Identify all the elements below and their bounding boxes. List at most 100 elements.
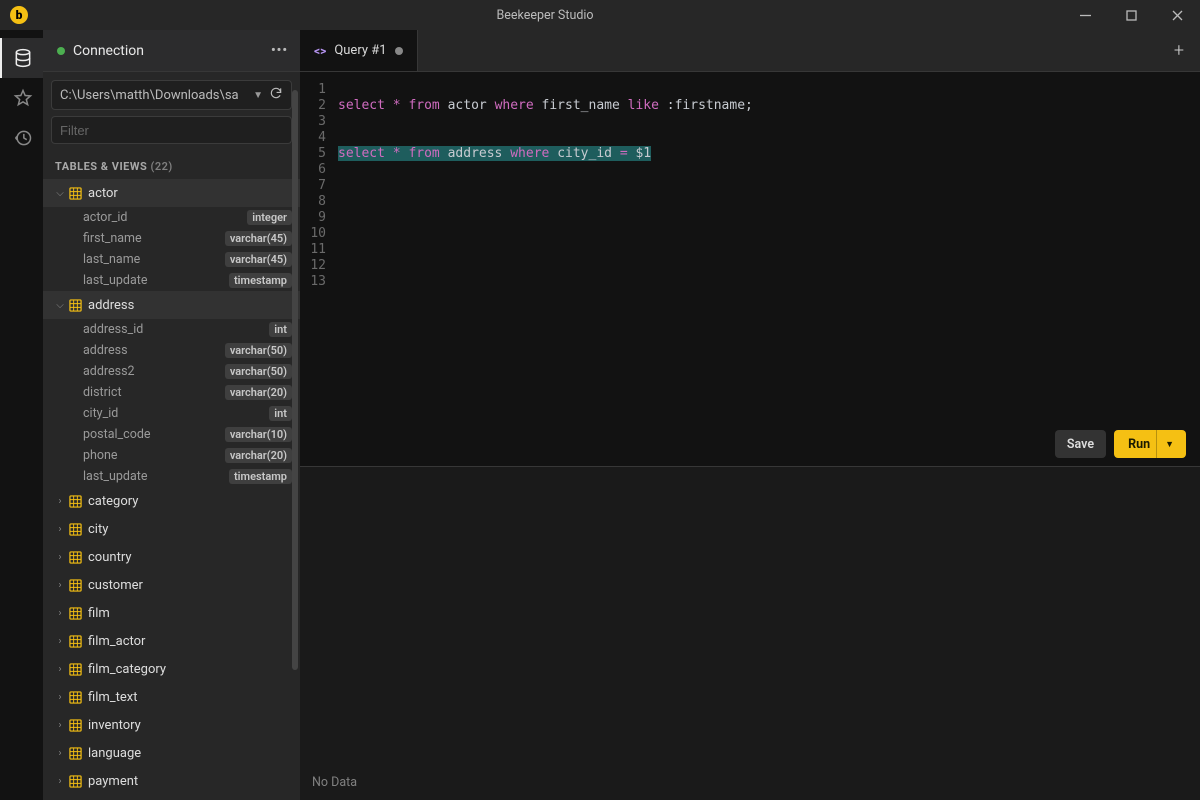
- chevron-right-icon: ›: [51, 608, 69, 619]
- column-name: first_name: [83, 231, 225, 246]
- tables-section-header: TABLES & VIEWS (22): [43, 152, 300, 179]
- column-name: last_update: [83, 273, 229, 288]
- table-row-actor[interactable]: ⌵ actor: [43, 179, 300, 207]
- window-maximize-button[interactable]: [1108, 0, 1154, 30]
- chevron-right-icon: ›: [51, 776, 69, 787]
- column-row[interactable]: actor_idinteger: [43, 207, 300, 228]
- window-close-button[interactable]: [1154, 0, 1200, 30]
- column-type-badge: varchar(50): [225, 343, 292, 358]
- run-dropdown-caret-icon[interactable]: ▼: [1156, 430, 1182, 458]
- window-minimize-button[interactable]: [1062, 0, 1108, 30]
- column-row[interactable]: last_updatetimestamp: [43, 270, 300, 291]
- db-path-dropdown[interactable]: C:\Users\matth\Downloads\sa ▼: [51, 80, 292, 110]
- table-icon: [69, 523, 82, 536]
- table-icon: [69, 579, 82, 592]
- activity-favorites-icon[interactable]: [0, 78, 43, 118]
- code-editor[interactable]: 12345678910111213 select * from actor wh…: [300, 72, 1200, 290]
- results-status-text: No Data: [312, 775, 357, 790]
- table-row-customer[interactable]: ›customer: [43, 571, 300, 599]
- table-row-category[interactable]: › category: [43, 487, 300, 515]
- db-path-text: C:\Users\matth\Downloads\sa: [60, 88, 247, 103]
- table-row-city[interactable]: ›city: [43, 515, 300, 543]
- column-row[interactable]: addressvarchar(50): [43, 340, 300, 361]
- column-row[interactable]: city_idint: [43, 403, 300, 424]
- table-tree[interactable]: ⌵actoractor_idintegerfirst_namevarchar(4…: [43, 179, 300, 800]
- window-title: Beekeeper Studio: [28, 8, 1062, 23]
- table-row-country[interactable]: ›country: [43, 543, 300, 571]
- table-row-address[interactable]: ⌵address: [43, 291, 300, 319]
- table-name: category: [88, 494, 138, 509]
- connection-header: Connection •••: [43, 30, 300, 72]
- table-row-film[interactable]: ›film: [43, 599, 300, 627]
- column-name: last_name: [83, 252, 225, 267]
- tab-label: Query #1: [334, 43, 386, 58]
- column-row[interactable]: address2varchar(50): [43, 361, 300, 382]
- column-name: address_id: [83, 322, 269, 337]
- column-row[interactable]: districtvarchar(20): [43, 382, 300, 403]
- table-name: actor: [88, 186, 118, 201]
- new-tab-button[interactable]: +: [1158, 30, 1200, 71]
- column-type-badge: varchar(45): [225, 231, 292, 246]
- refresh-icon[interactable]: [269, 86, 283, 104]
- table-name: language: [88, 746, 141, 761]
- tab-query-1[interactable]: <> Query #1: [300, 30, 418, 71]
- column-type-badge: integer: [247, 210, 292, 225]
- column-name: phone: [83, 448, 225, 463]
- column-type-badge: timestamp: [229, 469, 292, 484]
- column-type-badge: int: [269, 322, 292, 337]
- column-row[interactable]: address_idint: [43, 319, 300, 340]
- chevron-right-icon: ›: [51, 524, 69, 535]
- chevron-right-icon: ›: [51, 720, 69, 731]
- column-row[interactable]: phonevarchar(20): [43, 445, 300, 466]
- column-name: postal_code: [83, 427, 225, 442]
- chevron-right-icon: ›: [51, 748, 69, 759]
- connection-more-button[interactable]: •••: [267, 43, 292, 58]
- table-icon: [69, 663, 82, 676]
- sidebar-filter-input[interactable]: [51, 116, 292, 144]
- tab-dirty-indicator-icon: [395, 47, 403, 55]
- table-icon: [69, 495, 82, 508]
- column-type-badge: varchar(20): [225, 448, 292, 463]
- column-row[interactable]: last_namevarchar(45): [43, 249, 300, 270]
- table-row-film_text[interactable]: ›film_text: [43, 683, 300, 711]
- table-icon: [69, 691, 82, 704]
- column-type-badge: varchar(50): [225, 364, 292, 379]
- column-name: address2: [83, 364, 225, 379]
- table-row-language[interactable]: › language: [43, 739, 300, 767]
- column-row[interactable]: first_namevarchar(45): [43, 228, 300, 249]
- table-name: film_actor: [88, 634, 145, 649]
- connection-title: Connection: [73, 43, 267, 59]
- chevron-right-icon: ›: [51, 636, 69, 647]
- activity-history-icon[interactable]: [0, 118, 43, 158]
- column-name: last_update: [83, 469, 229, 484]
- titlebar: b Beekeeper Studio: [0, 0, 1200, 30]
- activity-database-icon[interactable]: [0, 38, 43, 78]
- chevron-down-icon: ⌵: [51, 188, 69, 199]
- table-row-inventory[interactable]: ›inventory: [43, 711, 300, 739]
- chevron-right-icon: ›: [51, 552, 69, 563]
- editor-pane: <> Query #1 + 12345678910111213 select *…: [300, 30, 1200, 800]
- column-type-badge: varchar(10): [225, 427, 292, 442]
- column-type-badge: varchar(20): [225, 385, 292, 400]
- table-row-payment[interactable]: ›payment: [43, 767, 300, 795]
- app-logo-icon: b: [10, 6, 28, 24]
- column-name: city_id: [83, 406, 269, 421]
- sidebar-scrollbar-thumb[interactable]: [292, 90, 298, 670]
- run-button[interactable]: Run ▼: [1114, 430, 1186, 458]
- connection-status-dot-icon: [57, 47, 65, 55]
- table-icon: [69, 747, 82, 760]
- column-row[interactable]: last_updatetimestamp: [43, 466, 300, 487]
- column-name: address: [83, 343, 225, 358]
- sidebar: Connection ••• C:\Users\matth\Downloads\…: [43, 30, 300, 800]
- column-row[interactable]: postal_codevarchar(10): [43, 424, 300, 445]
- table-row-film_actor[interactable]: › film_actor: [43, 627, 300, 655]
- save-button[interactable]: Save: [1055, 430, 1106, 458]
- column-name: district: [83, 385, 225, 400]
- column-type-badge: timestamp: [229, 273, 292, 288]
- table-row-film_category[interactable]: ›film_category: [43, 655, 300, 683]
- table-name: film_category: [88, 662, 166, 677]
- table-icon: [69, 551, 82, 564]
- column-name: actor_id: [83, 210, 247, 225]
- chevron-right-icon: ›: [51, 496, 69, 507]
- table-icon: [69, 187, 82, 200]
